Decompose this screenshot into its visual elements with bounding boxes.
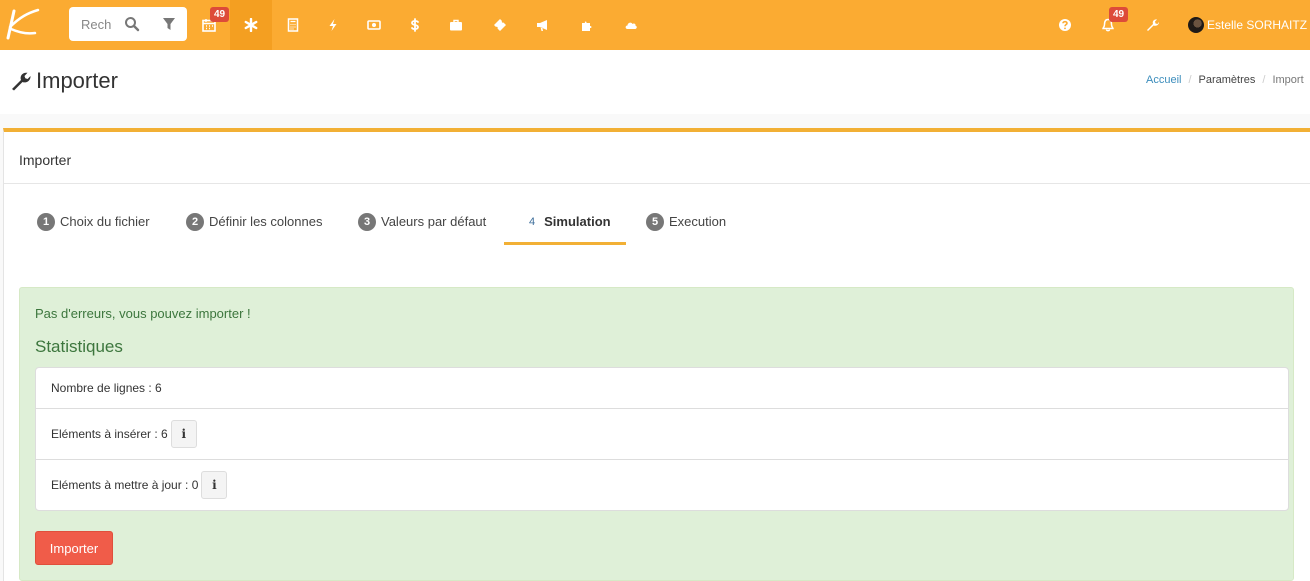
search-box (69, 7, 187, 41)
tab-step-4[interactable]: 4 Simulation (529, 214, 611, 244)
tab-step-2[interactable]: 2 Définir les colonnes (186, 213, 323, 244)
asterisk-icon (244, 18, 258, 32)
alert-message: Pas d'erreurs, vous pouvez importer ! (35, 306, 251, 321)
page-header: Importer Accueil / Paramètres / Import (0, 50, 1310, 114)
breadcrumb-separator: / (1188, 74, 1192, 86)
import-box: Importer 1 Choix du fichier 2 Définir le… (3, 128, 1310, 581)
step-number: 2 (186, 213, 204, 231)
nav-notifications[interactable]: 49 (1087, 0, 1129, 50)
user-menu[interactable]: Estelle SORHAITZ (1188, 0, 1307, 50)
stat-inserts: Eléments à insérer : 6 (51, 427, 168, 441)
breadcrumb: Accueil / Paramètres / Import (1146, 74, 1304, 86)
tab-step-5[interactable]: 5 Execution (646, 213, 727, 244)
stat-updates: Eléments à mettre à jour : 0 (51, 478, 199, 492)
nav-marketing[interactable] (522, 0, 564, 50)
wizard-steps: 1 Choix du fichier 2 Définir les colonne… (4, 187, 1310, 247)
nav-payments[interactable] (353, 0, 395, 50)
search-input[interactable] (69, 7, 111, 41)
list-item: Nombre de lignes : 6 (36, 368, 1288, 409)
step-label: Définir les colonnes (209, 214, 323, 229)
nav-invoices[interactable] (272, 0, 314, 50)
active-tab-indicator (504, 242, 626, 245)
stat-line-count: Nombre de lignes : 6 (51, 381, 162, 395)
dollar-icon (411, 18, 419, 32)
success-alert: Pas d'erreurs, vous pouvez importer ! St… (19, 287, 1294, 581)
nav-projects[interactable] (435, 0, 477, 50)
wrench-icon (1147, 19, 1159, 31)
step-label: Simulation (544, 214, 611, 229)
step-number: 4 (529, 216, 536, 228)
help-icon (1059, 19, 1071, 31)
avatar (1188, 17, 1204, 33)
nav-cloud[interactable] (610, 0, 652, 50)
nav-energy[interactable] (312, 0, 354, 50)
step-label: Execution (669, 214, 727, 229)
nav-calendar[interactable]: 49 (188, 0, 230, 50)
nav-tools[interactable] (1131, 0, 1173, 50)
ticket-icon (494, 19, 506, 31)
page-title: Importer (10, 68, 118, 94)
list-item: Eléments à insérer : 6 i (36, 409, 1288, 460)
breadcrumb-home[interactable]: Accueil (1146, 74, 1181, 86)
breadcrumb-settings[interactable]: Paramètres (1199, 74, 1256, 86)
box-title: Importer (19, 152, 72, 168)
box-header: Importer (4, 132, 1310, 184)
breadcrumb-current: Import (1272, 74, 1304, 86)
bolt-icon (329, 19, 337, 31)
statistics-heading: Statistiques (35, 337, 123, 356)
top-navbar: 49 49 Estelle SORHAITZ (0, 0, 1310, 50)
cloud-icon (625, 22, 637, 29)
step-number: 3 (358, 213, 376, 231)
search-icon[interactable] (124, 16, 140, 32)
wrench-icon (12, 72, 31, 91)
tab-step-1[interactable]: 1 Choix du fichier (37, 213, 150, 244)
nav-help[interactable] (1044, 0, 1086, 50)
step-label: Choix du fichier (60, 214, 150, 229)
notifications-badge: 49 (1109, 7, 1129, 22)
banknote-icon (367, 20, 381, 30)
briefcase-icon (450, 19, 462, 31)
user-name: Estelle SORHAITZ (1207, 18, 1308, 32)
page-title-text: Importer (36, 68, 118, 93)
nav-modules[interactable] (566, 0, 608, 50)
breadcrumb-separator: / (1262, 74, 1266, 86)
calculator-icon (287, 18, 299, 32)
statistics-list: Nombre de lignes : 6 Eléments à insérer … (35, 367, 1289, 511)
nav-finance[interactable] (394, 0, 436, 50)
tab-step-3[interactable]: 3 Valeurs par défaut (358, 213, 487, 244)
app-logo[interactable] (2, 7, 42, 41)
import-button[interactable]: Importer (35, 531, 113, 565)
nav-tickets[interactable] (479, 0, 521, 50)
step-label: Valeurs par défaut (381, 214, 487, 229)
step-number: 1 (37, 213, 55, 231)
info-icon[interactable]: i (170, 420, 197, 448)
calendar-badge: 49 (210, 7, 230, 22)
info-icon[interactable]: i (201, 471, 228, 499)
bullhorn-icon (537, 20, 547, 31)
filter-icon[interactable] (161, 16, 177, 32)
step-number: 5 (646, 213, 664, 231)
nav-settings-active[interactable] (230, 0, 272, 50)
puzzle-icon (582, 21, 592, 31)
list-item: Eléments à mettre à jour : 0 i (36, 460, 1288, 510)
